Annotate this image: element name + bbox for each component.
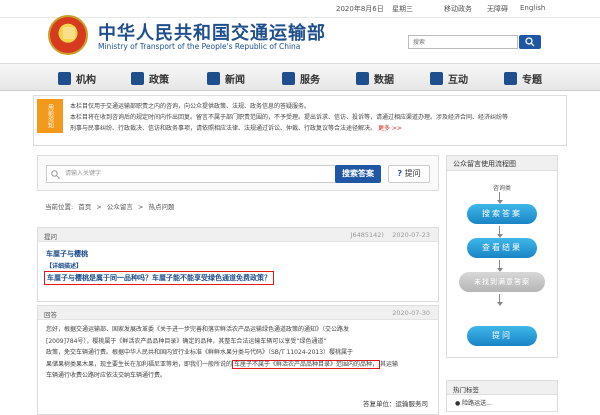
flow-step-ask[interactable]: 提问 bbox=[467, 326, 537, 346]
site-search-input[interactable] bbox=[409, 36, 517, 48]
nav-item-institutions[interactable]: 机构 bbox=[58, 69, 96, 87]
answer-header: 回答 2020-07-30 bbox=[38, 306, 438, 320]
national-emblem-logo bbox=[48, 15, 88, 55]
site-search-field[interactable] bbox=[408, 35, 518, 49]
breadcrumb-home[interactable]: 首页 bbox=[78, 203, 91, 211]
main-navigation: 机构 政策 新闻 服务 数据 互动 专题 bbox=[0, 63, 600, 91]
question-header: 提问 J6485142) 2020-07-23 bbox=[38, 228, 438, 242]
qa-main-column: 请输入关键字 搜索答案 ? 提问 当前位置: 首页 > 公众留言 > 热点问题 … bbox=[37, 155, 439, 415]
qa-search-input[interactable]: 请输入关键字 bbox=[46, 165, 370, 183]
breadcrumb-messages[interactable]: 公众留言 bbox=[107, 203, 133, 211]
flow-arrow bbox=[497, 294, 505, 306]
document-icon bbox=[131, 71, 144, 85]
link-accessibility[interactable]: 无障碍 bbox=[487, 4, 508, 14]
notice-line: 刑事与民事纠纷、行政裁决、信访和政务事项，请依照相应法律、法规通过诉讼、仲裁、行… bbox=[70, 125, 402, 132]
search-answer-button[interactable]: 搜索答案 bbox=[335, 165, 381, 183]
flow-label: 咨询类 bbox=[492, 185, 511, 192]
flow-arrow bbox=[497, 260, 505, 272]
chat-icon bbox=[430, 71, 443, 85]
notice-more-link[interactable]: 更多 >> bbox=[378, 125, 402, 132]
detail-label: 【详细描述】 bbox=[46, 263, 83, 270]
qa-search-bar: 请输入关键字 搜索答案 ? 提问 bbox=[37, 155, 439, 191]
flow-chart-title: 公众留言使用流程图 bbox=[447, 156, 557, 171]
hot-tags-title: 热门标签 bbox=[447, 381, 557, 395]
breadcrumb-hot: 热点问题 bbox=[148, 203, 175, 211]
answer-highlight: 车厘子不属于《鲜活农产品品种目录》范围内的品种， bbox=[232, 359, 381, 369]
hot-tags-panel: 热门标签 ● 险路运送... bbox=[446, 380, 558, 412]
question-card: 提问 J6485142) 2020-07-23 车厘子与樱桃 【详细描述】 车厘… bbox=[37, 227, 439, 302]
site-search-button[interactable] bbox=[519, 35, 541, 49]
flow-step-not-found: 未找到满意答案 bbox=[459, 272, 545, 292]
notice-badge: 用前须知 bbox=[37, 99, 63, 133]
question-title: 车厘子与樱桃 bbox=[46, 250, 88, 258]
link-mobile[interactable]: 移动政务 bbox=[444, 4, 472, 14]
usage-notice: 用前须知 本栏目仅用于交通运输部职责之内的咨询，向公众提供政策、法规、政务信息的… bbox=[33, 95, 567, 146]
service-icon bbox=[282, 71, 295, 85]
question-meta: J6485142) 2020-07-23 bbox=[350, 231, 430, 239]
question-text-highlight: 车厘子与樱桃是属于同一品种吗？车厘子能不能享受绿色通道免费政策？ bbox=[44, 271, 274, 285]
top-utility-bar: 2020年8月6日 星期三 移动政务 无障碍 English bbox=[0, 0, 600, 18]
hot-tag-item[interactable]: ● 险路运送... bbox=[447, 395, 557, 410]
current-weekday: 星期三 bbox=[392, 5, 413, 13]
answer-text: 您好，根据交通运输部、国家发展改革委《关于进一步完善和落实鲜活农产品运输绿色通道… bbox=[46, 326, 399, 379]
nav-item-data[interactable]: 数据 bbox=[356, 69, 394, 87]
flow-step-view-results[interactable]: 查看结果 bbox=[467, 238, 537, 258]
flow-arrow bbox=[497, 226, 505, 238]
site-title-english: Ministry of Transport of the People's Re… bbox=[98, 42, 301, 51]
nav-item-policy[interactable]: 政策 bbox=[131, 69, 169, 87]
notice-line: 本栏目仅用于交通运输部职责之内的咨询，向公众提供政策、法规、政务信息的答疑服务。 bbox=[70, 103, 311, 110]
nav-item-news[interactable]: 新闻 bbox=[207, 69, 245, 87]
nav-item-interaction[interactable]: 互动 bbox=[430, 69, 468, 87]
notice-line: 本栏目将在收到咨询后的规定时间内作出回复。留言不属于部门职责范围的，不予受理。提… bbox=[70, 114, 509, 121]
search-icon bbox=[51, 170, 60, 179]
flow-step-search[interactable]: 搜索答案 bbox=[467, 204, 537, 224]
answer-card: 回答 2020-07-30 您好，根据交通运输部、国家发展改革委《关于进一步完善… bbox=[37, 305, 439, 415]
breadcrumb: 当前位置: 首页 > 公众留言 > 热点问题 bbox=[45, 203, 175, 211]
search-icon bbox=[525, 37, 535, 47]
link-english[interactable]: English bbox=[520, 4, 545, 12]
current-date: 2020年8月6日 bbox=[336, 5, 384, 13]
nav-item-services[interactable]: 服务 bbox=[282, 69, 320, 87]
flow-arrow bbox=[497, 192, 505, 204]
nav-item-topics[interactable]: 专题 bbox=[504, 69, 542, 87]
chart-icon bbox=[356, 71, 369, 85]
topic-icon bbox=[504, 71, 517, 85]
newspaper-icon bbox=[207, 71, 220, 85]
flow-chart-panel: 公众留言使用流程图 咨询类 搜索答案 查看结果 未找到满意答案 提问 bbox=[446, 155, 558, 358]
answer-signature: 答复单位：运输服务司 bbox=[363, 400, 428, 408]
ask-question-button[interactable]: ? 提问 bbox=[388, 165, 430, 183]
question-icon: ? bbox=[397, 169, 403, 178]
building-icon bbox=[58, 71, 71, 85]
